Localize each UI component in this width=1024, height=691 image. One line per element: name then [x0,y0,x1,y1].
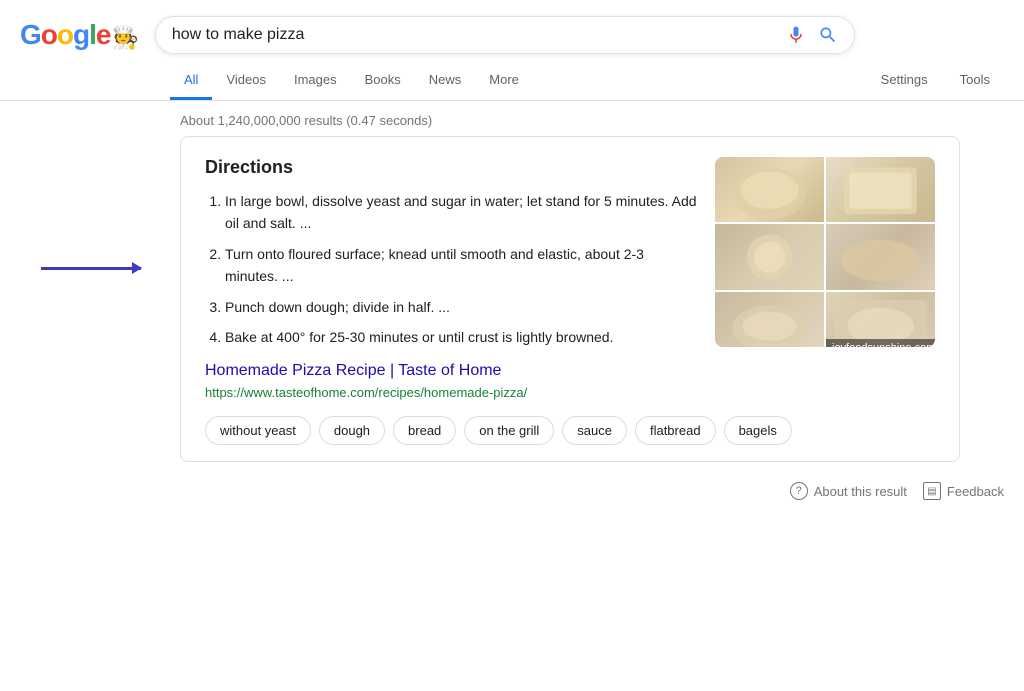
step-3: Punch down dough; divide in half. ... [225,296,699,318]
tag-bagels[interactable]: bagels [724,416,792,445]
step-2: Turn onto floured surface; knead until s… [225,243,699,288]
image-grid[interactable]: joyfoodsunshine.com [715,157,935,347]
search-bar: how to make pizza [155,16,855,54]
card-image-area: joyfoodsunshine.com [715,157,935,400]
arrow-annotation [41,267,141,270]
logo-letter-e: e [96,19,111,50]
pizza-img-4 [826,224,935,289]
tag-without-yeast[interactable]: without yeast [205,416,311,445]
tab-images[interactable]: Images [280,62,351,100]
image-source-label: joyfoodsunshine.com [826,339,935,347]
pizza-img-6: joyfoodsunshine.com [826,292,935,347]
footer-bar: ? About this result ▤ Feedback [0,472,1024,510]
search-icons [786,25,838,45]
arrow-line [41,267,141,270]
google-logo[interactable]: Google 🧑‍🍳 [20,19,139,51]
tags-row: without yeast dough bread on the grill s… [205,416,935,445]
header: Google 🧑‍🍳 how to make pizza [0,0,1024,54]
tag-dough[interactable]: dough [319,416,385,445]
result-card: Directions In large bowl, dissolve yeast… [180,136,960,462]
logo-letter-g2: g [73,19,89,50]
card-inner: Directions In large bowl, dissolve yeast… [205,157,935,400]
info-icon: ? [790,482,808,500]
directions-list: In large bowl, dissolve yeast and sugar … [205,190,699,348]
card-text-area: Directions In large bowl, dissolve yeast… [205,157,699,400]
search-icon[interactable] [818,25,838,45]
about-label: About this result [814,484,907,499]
feedback-label: Feedback [947,484,1004,499]
tag-sauce[interactable]: sauce [562,416,627,445]
pizza-img-1 [715,157,824,222]
tab-more[interactable]: More [475,62,533,100]
tag-on-the-grill[interactable]: on the grill [464,416,554,445]
tab-books[interactable]: Books [351,62,415,100]
logo-letter-g: G [20,19,41,50]
tab-news[interactable]: News [415,62,476,100]
tag-flatbread[interactable]: flatbread [635,416,716,445]
pizza-img-2 [826,157,935,222]
search-input[interactable]: how to make pizza [172,26,776,44]
main-content: Directions In large bowl, dissolve yeast… [0,136,1024,462]
logo-letter-o1: o [41,19,57,50]
feedback-button[interactable]: ▤ Feedback [923,482,1004,500]
tab-videos[interactable]: Videos [212,62,280,100]
step-1: In large bowl, dissolve yeast and sugar … [225,190,699,235]
about-this-result[interactable]: ? About this result [790,482,907,500]
nav-left: All Videos Images Books News More [170,62,867,100]
nav-right: Settings Tools [867,62,1004,100]
result-url[interactable]: https://www.tasteofhome.com/recipes/home… [205,385,527,400]
step-4: Bake at 400° for 25-30 minutes or until … [225,326,699,348]
pizza-img-3 [715,224,824,289]
tab-tools[interactable]: Tools [946,62,1004,100]
logo-letter-l: l [89,19,96,50]
link-area: Homemade Pizza Recipe | Taste of Home ht… [205,362,699,400]
search-bar-container: how to make pizza [155,16,855,54]
tab-settings[interactable]: Settings [867,62,942,100]
tab-all[interactable]: All [170,62,212,100]
result-link[interactable]: Homemade Pizza Recipe | Taste of Home [205,362,699,380]
feedback-icon: ▤ [923,482,941,500]
results-count: About 1,240,000,000 results (0.47 second… [0,101,1024,136]
navigation-tabs: All Videos Images Books News More Settin… [0,54,1024,101]
pizza-img-5 [715,292,824,347]
chef-hat-icon: 🧑‍🍳 [111,25,138,51]
directions-title: Directions [205,157,699,178]
tag-bread[interactable]: bread [393,416,456,445]
image-source-wrap: joyfoodsunshine.com [715,157,935,347]
logo-letter-o2: o [57,19,73,50]
microphone-icon[interactable] [786,25,806,45]
